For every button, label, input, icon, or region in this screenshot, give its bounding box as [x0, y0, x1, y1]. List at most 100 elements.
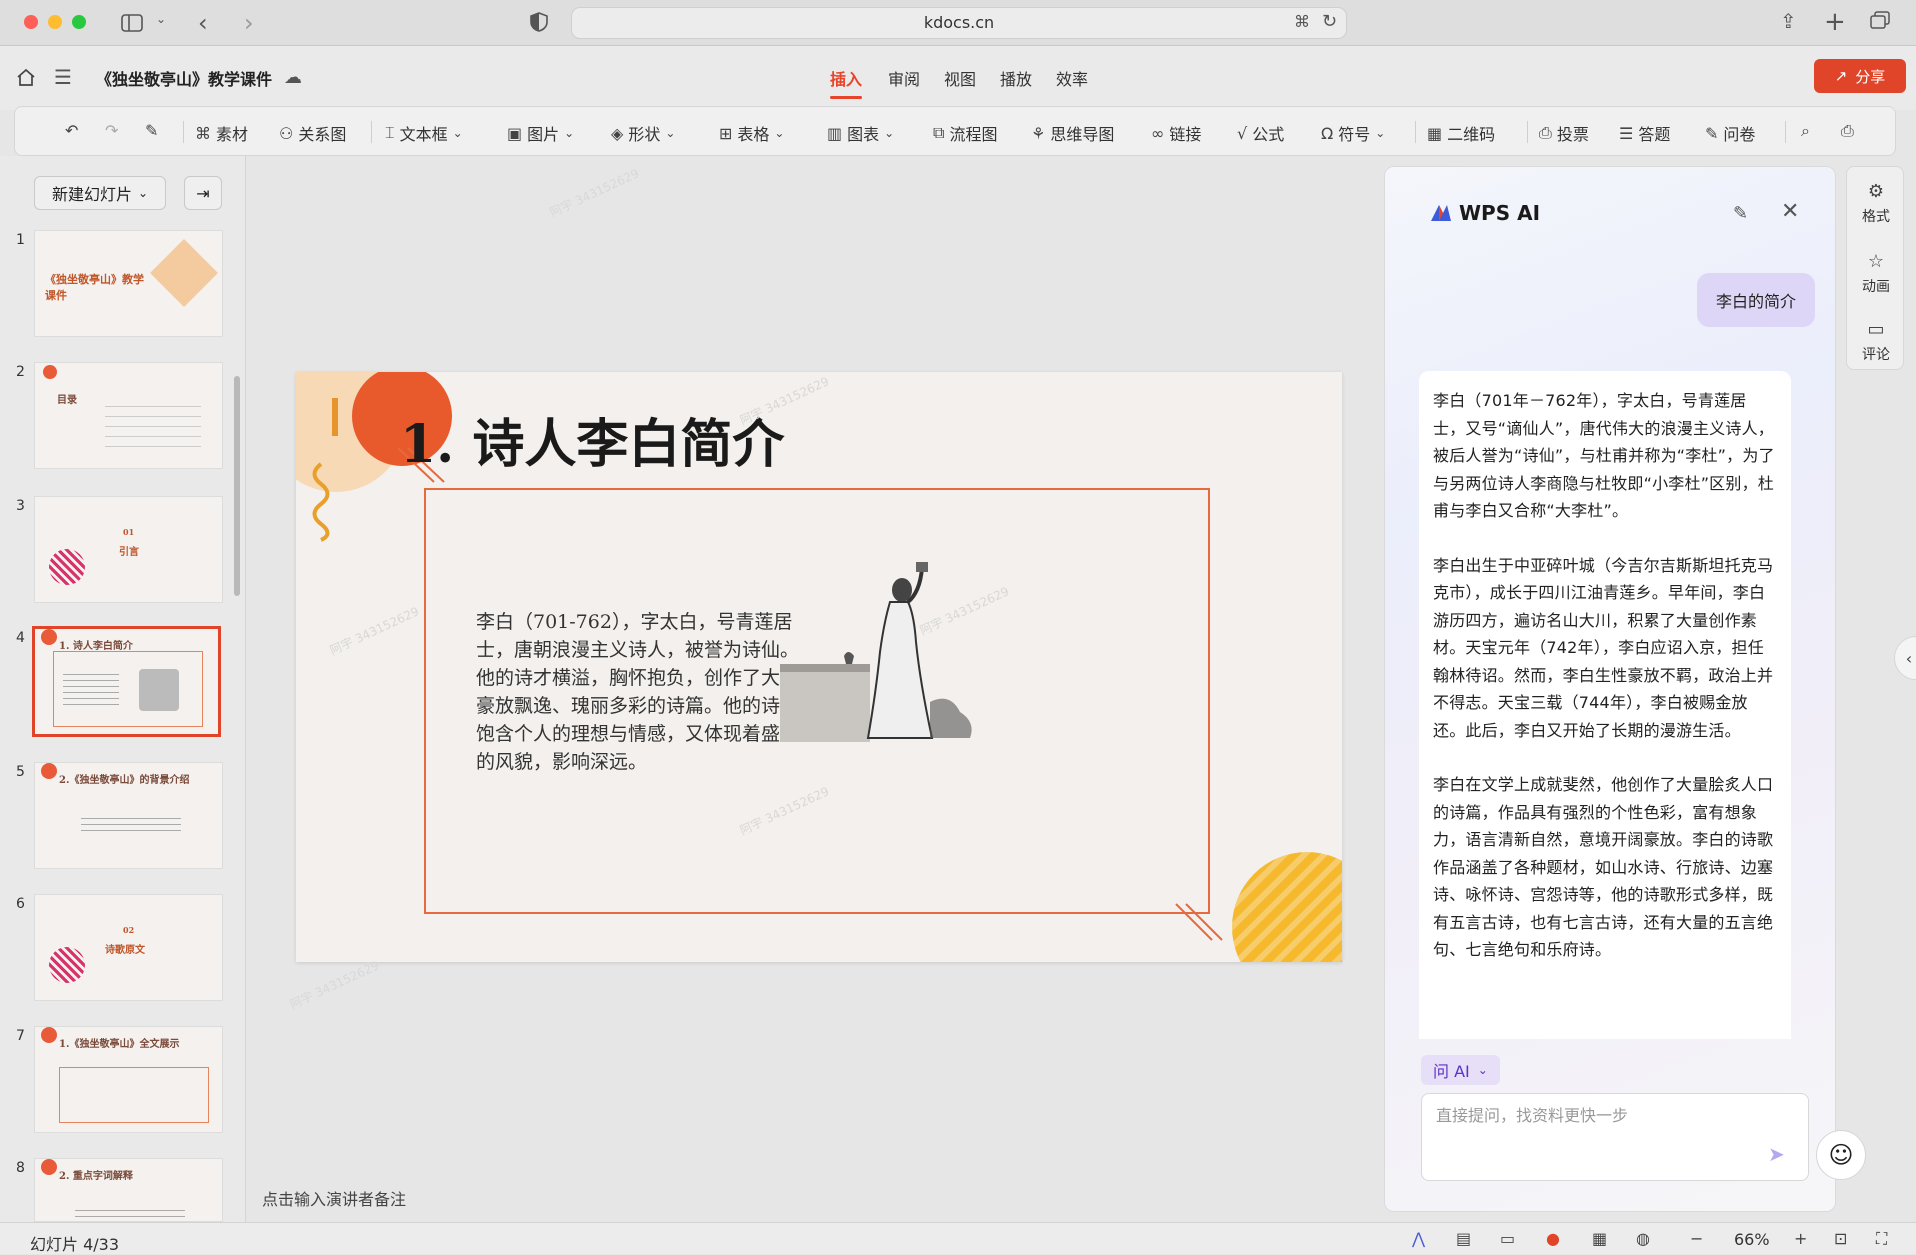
tab-overview-icon[interactable] — [1870, 11, 1890, 29]
rail-animation[interactable]: ☆ 动画 — [1847, 251, 1905, 296]
shape-button[interactable]: ◈ 形状 ⌄ — [611, 121, 675, 145]
poet-illustration[interactable] — [780, 562, 990, 752]
slide-thumbnail-4-selected[interactable]: 1. 诗人李白简介 — [32, 626, 221, 737]
questionnaire-label: 问卷 — [1723, 125, 1756, 144]
slides-panel: 新建幻灯片 ⌄ ⇥ 1 《独坐敬亭山》教学课件 2 目录 3 01 引言 4 1… — [0, 156, 246, 1222]
flowchart-icon: ⧉ — [933, 123, 945, 142]
fullscreen-icon[interactable]: ⛶ — [1876, 1229, 1887, 1249]
qrcode-button[interactable]: ▦ 二维码 — [1427, 121, 1495, 145]
web-icon[interactable]: ◍ — [1636, 1229, 1650, 1248]
zoom-in-icon[interactable]: + — [1794, 1229, 1807, 1248]
slide-body-text[interactable]: 李白（701-762），字太白，号青莲居士，唐朝浪漫主义诗人，被誉为诗仙。他的诗… — [476, 608, 806, 776]
redo-button[interactable]: ↷ — [105, 121, 118, 140]
reload-icon[interactable]: ↻ — [1322, 11, 1337, 32]
slide-thumbnail-1[interactable]: 《独坐敬亭山》教学课件 — [34, 230, 223, 337]
slide-thumbnail-3[interactable]: 01 引言 — [34, 496, 223, 603]
fit-window-icon[interactable]: ⊡ — [1834, 1229, 1847, 1248]
wps-ai-icon[interactable]: ⋀ — [1412, 1229, 1425, 1248]
questionnaire-button[interactable]: ✎ 问卷 — [1705, 121, 1755, 145]
new-tab-icon[interactable]: + — [1824, 7, 1846, 37]
ask-ai-mode-select[interactable]: 问 AI ⌄ — [1421, 1055, 1500, 1085]
zoom-level[interactable]: 66% — [1734, 1230, 1770, 1249]
slide-thumbnail-8[interactable]: 2. 重点字词解释 — [34, 1158, 223, 1222]
material-button[interactable]: ⌘ 素材 — [195, 121, 248, 145]
rail-format[interactable]: ⚙ 格式 — [1847, 181, 1905, 226]
clear-brush-icon[interactable]: ✎ — [1733, 203, 1748, 224]
quiz-button[interactable]: ☰ 答题 — [1619, 121, 1670, 145]
menu-icon[interactable]: ☰ — [54, 65, 72, 89]
relation-chart-button[interactable]: ⚇ 关系图 — [279, 121, 346, 145]
rail-comment[interactable]: ▭ 评论 — [1847, 319, 1905, 364]
tab-review[interactable]: 审阅 — [888, 66, 920, 90]
print-button[interactable]: ⎙ — [1841, 121, 1854, 141]
relation-chart-icon: ⚇ — [279, 123, 294, 143]
formula-button[interactable]: √ 公式 — [1237, 121, 1284, 145]
translate-icon[interactable]: ⌘ — [1294, 12, 1310, 31]
reading-view-icon[interactable]: ▦ — [1592, 1229, 1607, 1248]
close-icon[interactable]: ✕ — [1781, 199, 1799, 224]
speaker-notes-input[interactable]: 点击输入演讲者备注 — [262, 1186, 406, 1210]
forward-icon[interactable]: › — [244, 9, 254, 37]
ask-ai-label: 问 AI — [1433, 1062, 1470, 1081]
slides-scrollbar[interactable] — [234, 376, 240, 596]
thumb-frame — [59, 1067, 209, 1123]
cloud-sync-icon[interactable]: ☁ — [284, 67, 302, 88]
table-button[interactable]: ⊞ 表格 ⌄ — [719, 121, 784, 145]
slide-number: 1 — [16, 232, 25, 248]
home-icon[interactable] — [16, 68, 36, 86]
symbol-button[interactable]: Ω 符号 ⌄ — [1321, 121, 1385, 145]
share-sheet-icon[interactable]: ⇪ — [1780, 9, 1797, 33]
thumb-decoration — [49, 947, 85, 983]
slide-thumbnail-6[interactable]: 02 诗歌原文 — [34, 894, 223, 1001]
assistant-mascot-icon[interactable]: ☺ — [1816, 1130, 1866, 1180]
share-button[interactable]: ↗ 分享 — [1814, 59, 1906, 93]
document-title[interactable]: 《独坐敬亭山》教学课件 — [96, 66, 272, 90]
user-message-bubble: 李白的简介 — [1697, 273, 1815, 327]
zoom-window-button[interactable] — [72, 15, 86, 29]
rail-animation-label: 动画 — [1862, 279, 1890, 295]
search-button[interactable]: ⌕ — [1801, 121, 1810, 141]
slide-thumbnail-2[interactable]: 目录 — [34, 362, 223, 469]
normal-view-icon[interactable]: ▭ — [1500, 1229, 1515, 1248]
textbox-button[interactable]: ⌶ 文本框 ⌄ — [385, 121, 463, 145]
slide-thumbnail-7[interactable]: 1.《独坐敬亭山》全文展示 — [34, 1026, 223, 1133]
slide-thumbnail-5[interactable]: 2.《独坐敬亭山》的背景介绍 — [34, 762, 223, 869]
picture-button[interactable]: ▣ 图片 ⌄ — [507, 121, 574, 145]
tab-efficiency[interactable]: 效率 — [1056, 66, 1088, 90]
quiz-icon: ☰ — [1619, 123, 1634, 143]
play-icon[interactable]: ● — [1546, 1229, 1560, 1248]
ai-prompt-input[interactable] — [1436, 1106, 1736, 1125]
link-button[interactable]: ∞ 链接 — [1151, 121, 1201, 145]
relation-chart-label: 关系图 — [298, 125, 347, 144]
tab-insert[interactable]: 插入 — [830, 66, 863, 99]
import-slide-button[interactable]: ⇥ — [184, 176, 222, 210]
address-bar[interactable]: kdocs.cn — [571, 7, 1347, 39]
browser-toolbar: ⌄ ‹ › kdocs.cn ⌘ ↻ ⇪ + — [0, 0, 1916, 46]
format-painter-button[interactable]: ✎ — [145, 121, 158, 140]
notes-view-icon[interactable]: ▤ — [1456, 1229, 1471, 1248]
back-icon[interactable]: ‹ — [198, 9, 208, 37]
slide-title[interactable]: 1. 诗人李白简介 — [400, 402, 784, 477]
minimize-window-button[interactable] — [48, 15, 62, 29]
privacy-shield-icon[interactable] — [530, 12, 548, 32]
formula-icon: √ — [1237, 123, 1248, 143]
close-window-button[interactable] — [24, 15, 38, 29]
undo-button[interactable]: ↶ — [65, 121, 78, 140]
vote-button[interactable]: ⎙ 投票 — [1539, 121, 1589, 145]
mindmap-button[interactable]: ⚘ 思维导图 — [1031, 121, 1114, 145]
sidebar-toggle-icon[interactable] — [120, 11, 144, 35]
chevron-down-icon[interactable]: ⌄ — [156, 12, 166, 26]
ai-prompt-box[interactable]: ➤ — [1421, 1093, 1809, 1181]
new-slide-button[interactable]: 新建幻灯片 ⌄ — [34, 176, 166, 210]
zoom-out-icon[interactable]: − — [1690, 1229, 1703, 1248]
flowchart-button[interactable]: ⧉ 流程图 — [933, 121, 997, 145]
thumb-title: 2. 重点字词解释 — [59, 1171, 133, 1182]
tab-view[interactable]: 视图 — [944, 66, 976, 90]
slide-number: 8 — [16, 1160, 25, 1176]
wps-ai-panel: WPS AI ✎ ✕ 李白的简介 李白（701年－762年），字太白，号青莲居士… — [1384, 166, 1836, 1212]
collapse-panel-button[interactable]: ‹ — [1894, 636, 1916, 680]
tab-play[interactable]: 播放 — [1000, 66, 1032, 90]
chart-button[interactable]: ▥ 图表 ⌄ — [827, 121, 894, 145]
current-slide[interactable]: 1. 诗人李白简介 李白（701-762），字太白，号青莲居士，唐朝浪漫主义诗人… — [296, 372, 1342, 962]
send-icon[interactable]: ➤ — [1768, 1142, 1785, 1166]
